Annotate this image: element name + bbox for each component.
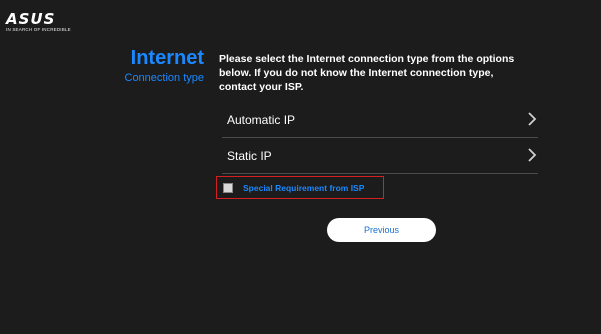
asus-logo: ASUS IN SEARCH OF INCREDIBLE <box>6 10 71 33</box>
chevron-right-icon <box>528 112 537 126</box>
page-heading: Internet Connection type <box>125 47 205 85</box>
page-subtitle: Connection type <box>124 72 205 84</box>
special-requirement-label[interactable]: Special Requirement from ISP <box>243 183 364 193</box>
chevron-right-icon <box>528 148 537 162</box>
option-automatic-ip[interactable]: Automatic IP <box>222 102 538 138</box>
option-label: Automatic IP <box>227 113 296 127</box>
option-label: Static IP <box>227 149 272 163</box>
logo-wordmark: ASUS <box>6 10 56 28</box>
logo-tagline: IN SEARCH OF INCREDIBLE <box>6 27 71 32</box>
previous-button[interactable]: Previous <box>327 218 436 242</box>
page-title: Internet <box>130 47 204 69</box>
special-requirement-checkbox[interactable] <box>223 183 233 193</box>
instructions-text: Please select the Internet connection ty… <box>219 53 515 93</box>
connection-type-list: Automatic IP Static IP <box>222 102 538 174</box>
special-requirement-option[interactable]: Special Requirement from ISP <box>216 176 384 199</box>
option-static-ip[interactable]: Static IP <box>222 138 538 174</box>
